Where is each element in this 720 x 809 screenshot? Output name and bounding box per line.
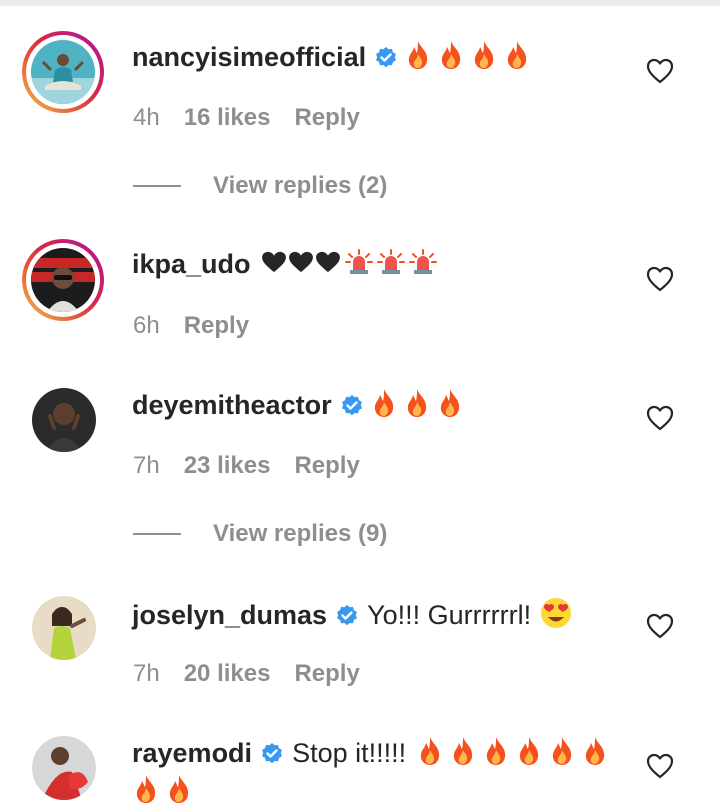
reply-button[interactable]: Reply: [184, 312, 249, 340]
emoji-group: [261, 248, 441, 281]
fire-icon: [451, 736, 475, 771]
comment-username[interactable]: rayemodi: [132, 738, 252, 769]
black-heart-icon: [288, 251, 314, 278]
heart-outline-icon[interactable]: [646, 405, 674, 431]
fire-icon: [484, 736, 508, 771]
fire-icon: [550, 736, 574, 771]
emoji-group: [406, 40, 538, 75]
reply-button[interactable]: Reply: [294, 104, 359, 132]
reply-button[interactable]: Reply: [294, 660, 359, 688]
comment-username[interactable]: deyemitheactor: [132, 390, 332, 421]
comment-username[interactable]: nancyisimeofficial: [132, 42, 366, 73]
verified-badge-icon: [260, 742, 284, 766]
emoji-group: [539, 596, 582, 635]
heart-outline-icon[interactable]: [646, 753, 674, 779]
fire-icon: [134, 774, 158, 809]
comment-text: Yo!!! Gurrrrrrl!: [367, 600, 532, 630]
view-replies-button[interactable]: View replies (9): [133, 520, 387, 548]
comment-time: 7h: [133, 452, 160, 479]
avatar[interactable]: [32, 736, 96, 800]
fire-icon: [405, 388, 429, 423]
fire-icon: [517, 736, 541, 771]
avatar-image: [32, 596, 96, 660]
comment-username[interactable]: ikpa_udo: [132, 249, 251, 280]
fire-icon: [583, 736, 607, 771]
replies-divider: [133, 185, 181, 187]
verified-badge-icon: [340, 394, 364, 418]
siren-icon: [344, 248, 373, 281]
comment-likes[interactable]: 23 likes: [184, 452, 271, 480]
view-replies-label: View replies (2): [213, 172, 388, 199]
comment-text: Stop it!!!!!: [292, 738, 407, 768]
top-divider: [0, 0, 720, 6]
fire-icon: [505, 40, 529, 75]
fire-icon: [167, 774, 191, 809]
comment-likes[interactable]: 20 likes: [184, 660, 271, 688]
avatar-image: [31, 248, 95, 312]
reply-button[interactable]: Reply: [294, 452, 359, 480]
verified-badge-icon: [374, 46, 398, 70]
view-replies-button[interactable]: View replies (2): [133, 172, 387, 200]
fire-icon: [438, 388, 462, 423]
comment-likes[interactable]: 16 likes: [184, 104, 271, 132]
avatar[interactable]: [32, 388, 96, 452]
replies-divider: [133, 533, 181, 535]
avatar-image: [32, 736, 96, 800]
emoji-group-continued: [134, 774, 200, 809]
verified-badge-icon: [335, 604, 359, 628]
comment-time: 7h: [133, 660, 160, 687]
heart-outline-icon[interactable]: [646, 266, 674, 292]
comment-time: 6h: [133, 312, 160, 339]
fire-icon: [439, 40, 463, 75]
avatar[interactable]: [32, 596, 96, 660]
comment-time: 4h: [133, 104, 160, 131]
view-replies-label: View replies (9): [213, 520, 388, 547]
emoji-group: [418, 736, 616, 771]
avatar-image: [31, 40, 95, 104]
fire-icon: [418, 736, 442, 771]
siren-icon: [408, 248, 437, 281]
fire-icon: [406, 40, 430, 75]
emoji-group: [372, 388, 471, 423]
heart-outline-icon[interactable]: [646, 58, 674, 84]
heart-outline-icon[interactable]: [646, 613, 674, 639]
black-heart-icon: [315, 251, 341, 278]
comment-username[interactable]: joselyn_dumas: [132, 600, 327, 631]
fire-icon: [472, 40, 496, 75]
black-heart-icon: [261, 251, 287, 278]
avatar-image: [32, 388, 96, 452]
heart-eyes-icon: [539, 596, 573, 635]
avatar[interactable]: [22, 239, 104, 321]
siren-icon: [376, 248, 405, 281]
avatar[interactable]: [22, 31, 104, 113]
fire-icon: [372, 388, 396, 423]
